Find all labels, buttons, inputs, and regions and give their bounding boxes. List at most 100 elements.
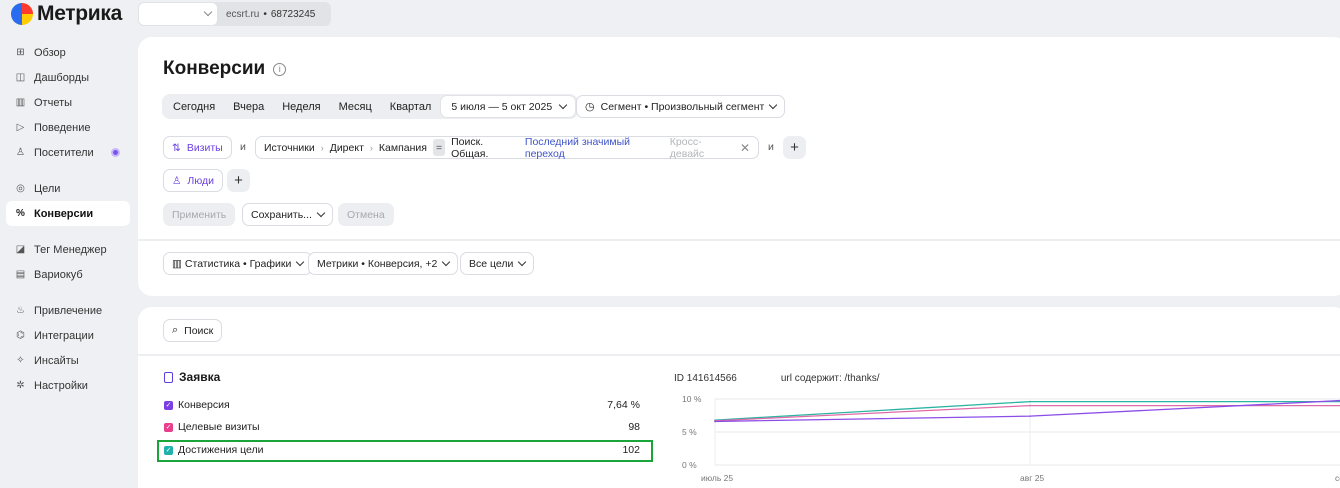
sidebar-item-variocube[interactable]: ▤ Вариокуб — [6, 262, 130, 287]
counter-selector[interactable]: ecsrt.ru • 68723245 — [138, 2, 331, 26]
conjunction-and: и — [768, 141, 774, 153]
sidebar-item-label: Посетители — [34, 146, 94, 159]
sidebar-item-reports[interactable]: ▥ Отчеты — [6, 90, 130, 115]
search-button[interactable]: ⌕ Поиск — [163, 319, 223, 342]
checkbox-checked-icon[interactable]: ✓ — [164, 400, 173, 410]
goals-selector[interactable]: Все цели — [460, 252, 535, 275]
x-tick-label: июль 25 — [701, 473, 733, 483]
view-mode-selector[interactable]: ▥ Статистика • Графики — [163, 252, 313, 275]
sidebar-item-goals[interactable]: ◎ Цели — [6, 176, 130, 201]
chart-series-line-1 — [714, 404, 1340, 422]
cube-icon: ▤ — [15, 269, 26, 280]
add-filter-button[interactable]: + — [783, 136, 806, 159]
metric-row-conversion[interactable]: ✓ Конверсия 7,64 % — [164, 397, 640, 413]
info-icon[interactable]: i — [273, 62, 287, 76]
section-divider — [138, 239, 1340, 241]
counter-id: 68723245 — [270, 8, 316, 20]
sidebar-item-tag-manager[interactable]: ◪ Тег Менеджер — [6, 237, 130, 262]
visits-filter-button[interactable]: ⇅ Визиты — [163, 136, 232, 159]
metrika-logo[interactable]: Метрика — [11, 2, 122, 26]
people-filter-button[interactable]: ♙ Люди — [163, 169, 223, 192]
search-icon: ⌕ — [172, 324, 179, 336]
sidebar-item-label: Интеграции — [34, 329, 94, 342]
sidebar-item-integrations[interactable]: ⌬ Интеграции — [6, 323, 130, 348]
visits-icon: ⇅ — [172, 141, 181, 154]
filter-path: Источники › Директ › Кампания = Поиск. О… — [264, 136, 750, 160]
apply-label: Применить — [172, 208, 227, 221]
plus-icon: + — [234, 172, 243, 189]
period-yesterday-button[interactable]: Вчера — [224, 96, 273, 117]
chevron-down-icon — [203, 7, 213, 17]
sidebar-item-label: Вариокуб — [34, 268, 83, 281]
user-icon: ♙ — [172, 174, 182, 187]
sidebar-item-settings[interactable]: ✲ Настройки — [6, 373, 130, 398]
chart-series-line-2 — [714, 399, 1340, 423]
user-icon: ♙ — [16, 147, 25, 158]
sidebar-item-acquisition[interactable]: ♨ Привлечение — [6, 298, 130, 323]
puzzle-icon: ⌬ — [16, 330, 25, 341]
segment-text: Сегмент • Произвольный сегмент — [600, 100, 765, 113]
metric-value: 7,64 % — [607, 399, 640, 411]
metric-label: Конверсия — [178, 399, 230, 411]
y-tick-label: 5 % — [682, 427, 697, 437]
clock-icon: ◷ — [585, 101, 595, 113]
sidebar-item-label: Конверсии — [34, 207, 94, 220]
counter-info: ecsrt.ru • 68723245 — [218, 9, 315, 20]
bar-chart-icon: ▥ — [172, 257, 182, 270]
sidebar-item-behavior[interactable]: ▷ Поведение — [6, 115, 130, 140]
sidebar-item-visitors[interactable]: ♙ Посетители — [6, 140, 130, 165]
segment-selector[interactable]: ◷ Сегмент • Произвольный сегмент — [576, 95, 786, 118]
visits-filter-label: Визиты — [186, 141, 223, 154]
sidebar-item-dashboards[interactable]: ◫ Дашборды — [6, 65, 130, 90]
page-title-text: Конверсии — [163, 58, 266, 79]
apply-button[interactable]: Применить — [163, 203, 236, 226]
save-label: Сохранить... — [251, 208, 312, 221]
sidebar-item-label: Обзор — [34, 46, 66, 59]
play-icon: ▷ — [16, 122, 25, 133]
y-tick-label: 0 % — [682, 460, 697, 470]
sidebar-item-conversions[interactable]: % Конверсии — [6, 201, 130, 226]
sidebar-item-insights[interactable]: ✧ Инсайты — [6, 348, 130, 373]
goal-title-text: Заявка — [179, 370, 221, 384]
period-quarter-button[interactable]: Квартал — [381, 96, 441, 117]
close-icon[interactable]: ✕ — [740, 141, 750, 155]
date-range-picker[interactable]: 5 июля — 5 окт 2025 — [440, 95, 577, 118]
counter-dropdown[interactable] — [138, 2, 218, 26]
chevron-down-icon — [316, 208, 326, 217]
source-filter-chip[interactable]: Источники › Директ › Кампания = Поиск. О… — [255, 136, 759, 160]
counter-separator: • — [263, 8, 267, 20]
view-mode-text: Статистика • Графики — [184, 257, 292, 270]
sparkle-icon: ✧ — [16, 355, 25, 366]
sidebar-item-label: Привлечение — [34, 304, 103, 317]
sidebar-item-label: Инсайты — [34, 354, 79, 367]
chevron-down-icon — [518, 257, 527, 266]
metric-row-target-visits[interactable]: ✓ Целевые визиты 98 — [164, 419, 640, 435]
goal-chart-header: ID 141614566 url содержит: /thanks/ — [674, 373, 880, 384]
chevron-down-icon — [296, 257, 305, 266]
add-people-filter-button[interactable]: + — [227, 169, 250, 192]
sidebar-item-label: Тег Менеджер — [34, 243, 107, 256]
target-icon: ◎ — [16, 183, 25, 194]
cancel-button[interactable]: Отмена — [338, 203, 394, 226]
sidebar-item-overview[interactable]: ⊞ Обзор — [6, 40, 130, 65]
cross-device-label[interactable]: Кросс-девайс — [670, 136, 732, 160]
period-month-button[interactable]: Месяц — [330, 96, 381, 117]
filter-operator[interactable]: = — [432, 139, 446, 156]
report-settings-card: Конверсии i Сегодня Вчера Неделя Месяц К… — [138, 37, 1340, 296]
period-week-button[interactable]: Неделя — [273, 96, 329, 117]
cancel-label: Отмена — [347, 208, 385, 221]
save-button[interactable]: Сохранить... — [242, 203, 333, 226]
metric-label: Целевые визиты — [178, 421, 260, 433]
goal-title: Заявка — [164, 370, 220, 384]
goals-text: Все цели — [469, 257, 514, 270]
attribution-link[interactable]: Последний значимый переход — [525, 136, 664, 160]
app-title: Метрика — [37, 2, 123, 25]
metrika-logo-icon — [11, 3, 33, 25]
section-divider — [138, 354, 1340, 356]
period-today-button[interactable]: Сегодня — [164, 96, 224, 117]
checkbox-checked-icon[interactable]: ✓ — [164, 422, 173, 432]
chart-point — [1029, 400, 1031, 403]
metrics-selector[interactable]: Метрики • Конверсия, +2 — [308, 252, 459, 275]
document-icon — [164, 371, 173, 383]
goals-card: ⌕ Поиск Заявка ✓ Конверсия 7,64 % ✓ Целе… — [138, 307, 1340, 488]
